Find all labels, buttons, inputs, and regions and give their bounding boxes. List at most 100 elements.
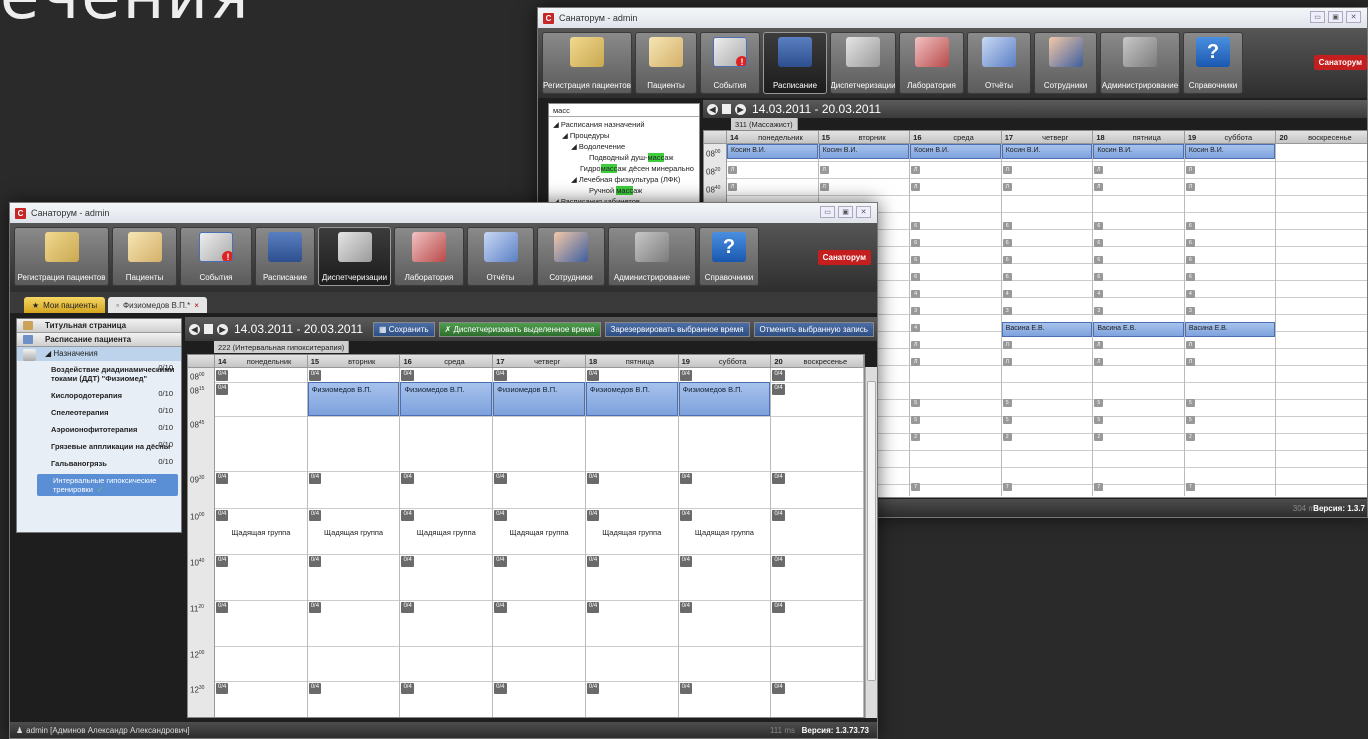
procedure-marker[interactable]: Л [1094, 166, 1104, 174]
slot-capacity[interactable]: 0/4 [679, 683, 692, 694]
capacity-marker[interactable]: 6 [1094, 273, 1104, 281]
procedure-marker[interactable]: Л [911, 358, 921, 366]
toolbar-button-employees[interactable]: Сотрудники [1034, 32, 1097, 94]
capacity-marker[interactable]: 6 [911, 222, 921, 230]
slot-capacity[interactable]: 0/4 [401, 370, 414, 381]
slot-capacity[interactable]: 0/4 [216, 602, 229, 613]
capacity-marker[interactable]: 3 [1002, 307, 1012, 315]
capacity-marker[interactable]: 6 [911, 239, 921, 247]
capacity-marker[interactable]: 3 [1185, 307, 1195, 315]
slot-capacity[interactable]: 0/4 [679, 473, 692, 484]
toolbar-button-dispatch[interactable]: Диспетчеризации [318, 227, 391, 286]
toolbar-button-reports[interactable]: Отчёты [467, 227, 534, 286]
toolbar-button-schedule[interactable]: Расписание [255, 227, 315, 286]
slot-capacity[interactable]: 0/4 [308, 602, 322, 613]
procedure-marker[interactable]: Л [819, 166, 829, 174]
close-button[interactable]: ✕ [856, 206, 871, 218]
toolbar-button-patients[interactable]: Пациенты [112, 227, 177, 286]
slot-capacity[interactable]: 0/4 [586, 370, 600, 381]
nav-title-page[interactable]: Титульная страница [17, 319, 181, 333]
toolbar-button-patients[interactable]: Пациенты [635, 32, 697, 94]
capacity-marker[interactable]: 5 [1185, 399, 1195, 407]
capacity-marker[interactable]: 3 [1094, 307, 1104, 315]
slot-capacity[interactable]: 0/4 [772, 384, 785, 395]
capacity-marker[interactable]: 4 [911, 324, 921, 332]
toolbar-button-registration[interactable]: Регистрация пациентов [14, 227, 109, 286]
slot-capacity[interactable]: 0/4 [494, 683, 507, 694]
nav-item-assignment[interactable]: Кислородотерапия 0/10 [17, 387, 181, 404]
capacity-marker[interactable]: 5 [1185, 416, 1195, 424]
capacity-marker[interactable]: 5 [1002, 416, 1012, 424]
staff-appointment[interactable]: Васина Е.В. [1184, 322, 1276, 337]
capacity-marker[interactable]: 2 [1094, 433, 1104, 441]
slot-capacity[interactable]: 0/4 [586, 683, 600, 694]
slot-capacity[interactable]: 0/4 [308, 370, 322, 381]
capacity-marker[interactable]: 4 [1002, 290, 1012, 298]
procedure-marker[interactable]: Л [1185, 358, 1195, 366]
tree-node[interactable]: ◢ Процедуры [553, 130, 695, 141]
day-header[interactable]: 15 вторник [819, 131, 911, 143]
day-header[interactable]: 20 воскресенье [1276, 131, 1367, 143]
slot-capacity[interactable]: 0/4 [216, 510, 229, 521]
slot-capacity[interactable]: 0/4 [308, 683, 322, 694]
day-header[interactable]: 14 понедельник [215, 355, 308, 367]
day-column[interactable]: 0/4 0/4 0/4 0/4 0/4 0/4 0/4 [771, 368, 864, 717]
close-tab-icon[interactable]: × [194, 301, 199, 310]
staff-appointment[interactable]: Васина Е.В. [1093, 322, 1184, 337]
staff-appointment[interactable]: Косин В.И. [727, 144, 818, 159]
slot-capacity[interactable]: 0/4 [772, 473, 785, 484]
scrollbar-thumb[interactable] [867, 381, 876, 681]
calendar-icon[interactable] [722, 104, 731, 114]
capacity-marker[interactable]: 7 [1185, 483, 1195, 491]
nav-item-assignment[interactable]: Воздействие диадинамическими токами (ДДТ… [17, 361, 181, 387]
slot-capacity[interactable]: 0/4 [679, 556, 692, 567]
slot-capacity[interactable]: 0/4 [308, 510, 322, 521]
procedure-marker[interactable]: Л [911, 341, 921, 349]
slot-capacity[interactable]: 0/4 [772, 602, 785, 613]
day-header[interactable]: 16 среда [910, 131, 1002, 143]
patient-appointment[interactable]: Физиомедов В.П. [307, 382, 400, 416]
tree-node[interactable]: Ручной массаж [553, 185, 695, 196]
slot-capacity[interactable]: 0/4 [401, 683, 414, 694]
front-window-titlebar[interactable]: C Санаторум - admin ▭ ▣ ✕ [10, 203, 877, 223]
staff-appointment[interactable]: Косин В.И. [1184, 144, 1276, 159]
tab-patient[interactable]: ▫ Физиомедов В.П.* × [108, 297, 207, 313]
procedure-marker[interactable]: Л [1094, 183, 1104, 191]
slot-capacity[interactable]: 0/4 [494, 473, 507, 484]
capacity-marker[interactable]: 5 [1002, 399, 1012, 407]
staff-appointment[interactable]: Косин В.И. [818, 144, 910, 159]
day-header[interactable]: 14 понедельник [727, 131, 819, 143]
capacity-marker[interactable]: 4 [1185, 290, 1195, 298]
procedure-marker[interactable]: Л [1094, 341, 1104, 349]
tree-node[interactable]: ◢ Лечебная физкультура (ЛФК) [553, 174, 695, 185]
capacity-marker[interactable]: 6 [1185, 239, 1195, 247]
day-header[interactable]: 18 пятница [586, 355, 679, 367]
day-header[interactable]: 17 четверг [493, 355, 586, 367]
capacity-marker[interactable]: 5 [911, 399, 921, 407]
slot-capacity[interactable]: 0/4 [586, 473, 600, 484]
slot-capacity[interactable]: 0/4 [308, 556, 322, 567]
dispatch-selected-button[interactable]: ✗ Диспетчеризовать выделенное время [438, 321, 601, 337]
room-tab[interactable]: 222 (Интервальная гипокситерапия) [214, 341, 350, 353]
procedure-marker[interactable]: Л [728, 183, 737, 191]
day-column[interactable]: Косин В.И.ЛЛ6666434Васина Е.В.ЛЛ5527 [1184, 144, 1277, 496]
capacity-marker[interactable]: 4 [911, 290, 921, 298]
tree-node[interactable]: ◢ Водолечение [553, 141, 695, 152]
day-column[interactable]: 0/4 0/4 0/4 0/4 0/4 0/4 Физиомедов В.П. Щадящая… [585, 368, 679, 717]
nav-item-assignment[interactable]: Спелеотерапия 0/10 [17, 404, 181, 421]
capacity-marker[interactable]: 6 [911, 256, 921, 264]
capacity-marker[interactable]: 6 [911, 273, 921, 281]
capacity-marker[interactable]: 7 [911, 483, 921, 491]
back-window-titlebar[interactable]: C Санаторум - admin ▭ ▣ ✕ [538, 8, 1367, 28]
day-column[interactable] [1276, 144, 1367, 496]
slot-capacity[interactable]: 0/4 [494, 602, 507, 613]
nav-item-assignment[interactable]: Грязевые аппликации на дёсны 0/10 [17, 438, 181, 455]
procedure-marker[interactable]: Л [728, 166, 737, 174]
slot-capacity[interactable]: 0/4 [494, 370, 507, 381]
prev-week-icon[interactable]: ◀ [189, 323, 200, 335]
toolbar-button-employees[interactable]: Сотрудники [537, 227, 605, 286]
procedure-marker[interactable]: Л [1002, 183, 1012, 191]
capacity-marker[interactable]: 4 [1094, 290, 1104, 298]
capacity-marker[interactable]: 6 [1094, 256, 1104, 264]
tree-node[interactable]: Подводный душ-массаж [553, 152, 695, 163]
